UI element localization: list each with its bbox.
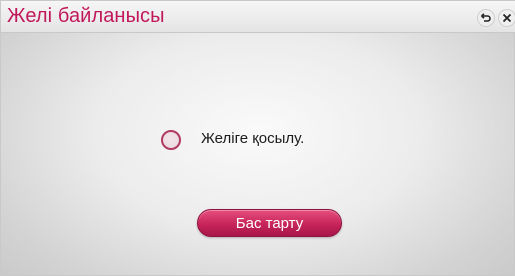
back-button[interactable]	[477, 9, 495, 27]
close-icon	[502, 13, 512, 23]
back-arrow-icon	[480, 12, 492, 24]
cancel-button[interactable]: Бас тарту	[197, 209, 342, 237]
page-title: Желі байланысы	[7, 5, 165, 27]
status-text: Желіге қосылу.	[201, 130, 305, 147]
close-button[interactable]	[498, 9, 515, 27]
network-connection-dialog: Желі байланысы Желіге қосылу. Бас тарту	[0, 0, 515, 276]
loading-spinner-icon	[161, 130, 181, 150]
title-bar: Желі байланысы	[1, 1, 515, 33]
